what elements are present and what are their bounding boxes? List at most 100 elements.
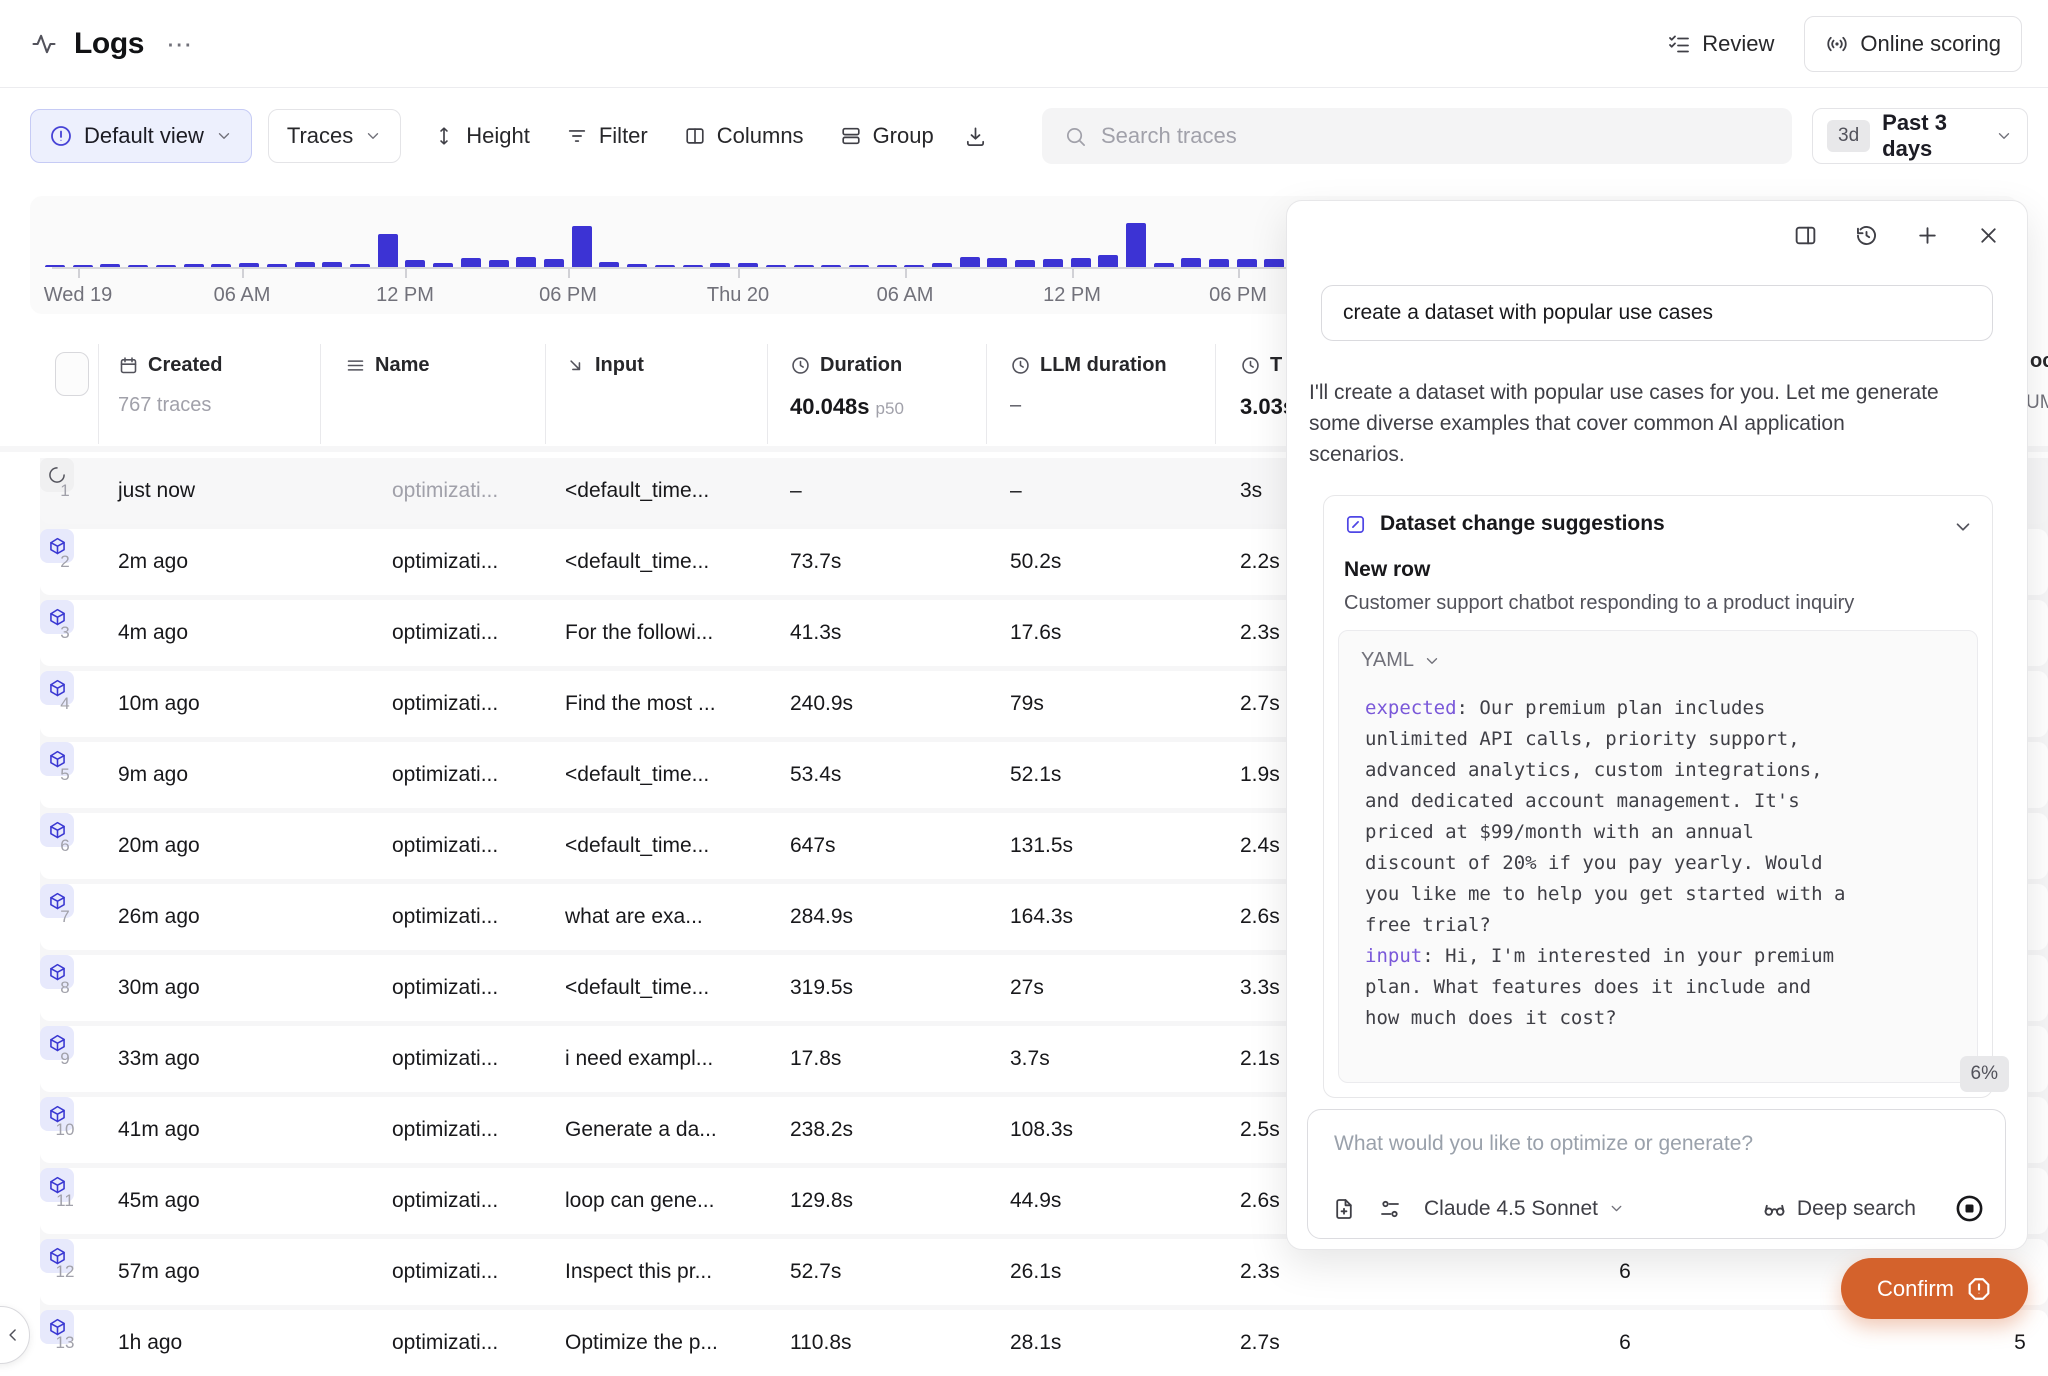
format-selector[interactable]: YAML [1361, 649, 1441, 672]
code-line: free trial? [1365, 910, 1967, 941]
axis-tick [242, 269, 244, 278]
ttft-cell: 2.3s [1240, 600, 1280, 666]
column-header-duration[interactable]: Duration [790, 354, 902, 377]
name-cell: optimizati... [392, 600, 498, 666]
code-line: discount of 20% if you pay yearly. Would [1365, 848, 1967, 879]
yaml-code-text: expected: Our premium plan includesunlim… [1365, 693, 1967, 1034]
axis-label: 12 PM [1043, 284, 1101, 307]
format-label: YAML [1361, 649, 1414, 672]
edge-column-fragment-sub: UM [2026, 392, 2048, 414]
histogram-bar [128, 265, 148, 267]
file-plus-icon[interactable] [1332, 1197, 1356, 1221]
name-cell: optimizati... [392, 529, 498, 595]
row-number: 6 [50, 813, 80, 879]
code-line: input: Hi, I'm interested in your premiu… [1365, 941, 1967, 972]
code-line: you like me to help you get started with… [1365, 879, 1967, 910]
chat-text-input[interactable] [1334, 1124, 1979, 1164]
user-prompt[interactable]: create a dataset with popular use cases [1321, 285, 1993, 341]
code-line: plan. What features does it include and [1365, 972, 1967, 1003]
duration-p50: 40.048sp50 [790, 394, 904, 420]
histogram-bar [794, 265, 814, 267]
llm-duration-cell: 131.5s [1010, 813, 1073, 879]
chevron-down-icon [1608, 1200, 1625, 1217]
confirm-button[interactable]: Confirm [1841, 1258, 2028, 1319]
llm-duration-cell: 3.7s [1010, 1026, 1050, 1092]
histogram-bar [1209, 259, 1229, 267]
histogram-bar [1098, 255, 1118, 267]
ttft-cell: 3s [1240, 458, 1262, 524]
ttft-cell: 2.3s [1240, 1239, 1280, 1305]
select-all-checkbox[interactable] [55, 352, 89, 396]
columns-icon [684, 125, 706, 147]
input-cell: <default_time... [565, 458, 709, 524]
histogram-bar [1181, 258, 1201, 267]
row-number: 11 [50, 1168, 80, 1234]
created-cell: 57m ago [118, 1239, 200, 1305]
input-cell: Inspect this pr... [565, 1239, 712, 1305]
chevron-down-icon[interactable] [1952, 516, 1974, 538]
close-icon[interactable] [1976, 223, 2001, 248]
created-cell: 9m ago [118, 742, 188, 808]
traces-label: Traces [287, 123, 353, 149]
name-cell: optimizati... [392, 1168, 498, 1234]
llm-duration-cell: 44.9s [1010, 1168, 1061, 1234]
search-icon [1064, 125, 1087, 148]
duration-cell: – [790, 458, 802, 524]
duration-cell: 647s [790, 813, 836, 879]
review-button[interactable]: Review [1647, 16, 1794, 72]
yaml-code-block: YAML expected: Our premium plan includes… [1338, 630, 1978, 1083]
table-row[interactable]: optimizati...131h agoOptimize the p...11… [40, 1310, 2048, 1376]
history-icon[interactable] [1854, 223, 1879, 248]
export-button[interactable] [952, 109, 999, 163]
online-scoring-label: Online scoring [1860, 31, 2001, 57]
created-cell: 2m ago [118, 529, 188, 595]
axis-label: 06 AM [877, 284, 934, 307]
sliders-icon[interactable] [1378, 1197, 1402, 1221]
column-header-ttft[interactable]: T [1240, 354, 1282, 377]
histogram-bar [73, 265, 93, 267]
ttft-cell: 2.7s [1240, 671, 1280, 737]
column-header-created[interactable]: Created [118, 354, 222, 377]
row-number: 8 [50, 955, 80, 1021]
column-header-llm-duration[interactable]: LLM duration [1010, 354, 1167, 377]
traces-type-selector[interactable]: Traces [268, 109, 401, 163]
histogram-bar [683, 265, 703, 267]
more-menu-button[interactable]: ⋯ [160, 27, 198, 61]
time-range-selector[interactable]: 3d Past 3 days [1812, 108, 2028, 164]
created-cell: 41m ago [118, 1097, 200, 1163]
histogram-bar [433, 263, 453, 267]
split-view-icon[interactable] [1793, 223, 1818, 248]
collapse-sidebar-button[interactable] [0, 1306, 30, 1364]
histogram-bar [1015, 260, 1035, 267]
filter-button[interactable]: Filter [548, 109, 666, 163]
stop-button[interactable] [1954, 1193, 1985, 1224]
duration-cell: 17.8s [790, 1026, 841, 1092]
row-number: 4 [50, 671, 80, 737]
deep-search-toggle[interactable]: Deep search [1762, 1196, 1916, 1221]
duration-cell: 129.8s [790, 1168, 853, 1234]
histogram-bar [655, 265, 675, 267]
column-header-input[interactable]: Input [565, 354, 644, 377]
online-scoring-button[interactable]: Online scoring [1804, 16, 2022, 72]
histogram-bar [156, 265, 176, 267]
column-header-name[interactable]: Name [345, 354, 429, 377]
row-height-button[interactable]: Height [415, 109, 548, 163]
search-traces[interactable] [1042, 108, 1792, 164]
llm-duration-cell: 50.2s [1010, 529, 1061, 595]
view-selector[interactable]: Default view [30, 109, 252, 163]
duration-cell: 238.2s [790, 1097, 853, 1163]
model-selector[interactable]: Claude 4.5 Sonnet [1424, 1197, 1625, 1221]
ttft-cell: 3.3s [1240, 955, 1280, 1021]
ttft-cell: 2.2s [1240, 529, 1280, 595]
histogram-bar [322, 262, 342, 267]
group-button[interactable]: Group [822, 109, 952, 163]
plus-icon[interactable] [1915, 223, 1940, 248]
search-input[interactable] [1101, 123, 1770, 149]
model-label: Claude 4.5 Sonnet [1424, 1197, 1598, 1221]
columns-button[interactable]: Columns [666, 109, 822, 163]
list-lines-icon [345, 355, 366, 376]
glasses-icon [1762, 1196, 1787, 1221]
ttft-cell: 2.6s [1240, 884, 1280, 950]
input-cell: <default_time... [565, 813, 709, 879]
column-separator [98, 344, 99, 444]
